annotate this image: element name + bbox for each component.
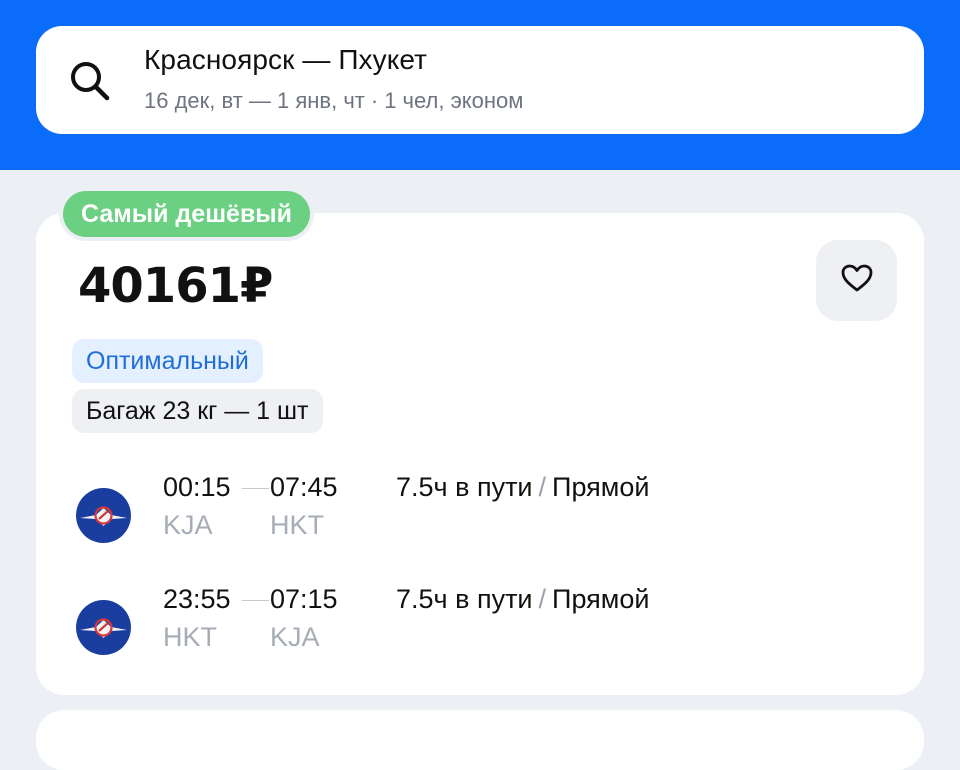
- favorite-button[interactable]: [816, 240, 897, 321]
- flight-segment-return[interactable]: 23:55 07:15 HKT KJA 7.5ч в пути / Прямой: [76, 584, 896, 664]
- flight-info: 7.5ч в пути / Прямой: [396, 584, 649, 615]
- departure-airport-code: HKT: [163, 622, 217, 652]
- flight-info: 7.5ч в пути / Прямой: [396, 472, 649, 503]
- airline-logo-icon: [76, 488, 131, 543]
- departure-time: 00:15: [163, 472, 231, 502]
- search-icon: [68, 59, 112, 108]
- flight-stops: Прямой: [552, 584, 650, 614]
- offer-price: 40161₽: [78, 258, 273, 314]
- departure-airport-code: KJA: [163, 510, 213, 540]
- search-dates: 16 дек, вт — 1 янв, чт: [144, 88, 365, 113]
- search-details: 16 дек, вт — 1 янв, чт · 1 чел, эконом: [144, 88, 523, 114]
- arrival-airport-code: HKT: [270, 510, 324, 540]
- search-summary[interactable]: Красноярск — Пхукет 16 дек, вт — 1 янв, …: [36, 26, 924, 134]
- next-offer-card[interactable]: [36, 710, 924, 770]
- fare-tag: Оптимальный: [72, 339, 263, 383]
- time-divider: [242, 488, 269, 489]
- cheapest-badge: Самый дешёвый: [63, 191, 311, 237]
- details-separator: ·: [370, 88, 379, 113]
- flight-duration: 7.5ч в пути: [396, 584, 533, 614]
- departure-time: 23:55: [163, 584, 231, 614]
- baggage-tag: Багаж 23 кг — 1 шт: [72, 389, 323, 433]
- arrival-time: 07:15: [270, 584, 338, 614]
- flight-duration: 7.5ч в пути: [396, 472, 533, 502]
- arrival-airport-code: KJA: [270, 622, 320, 652]
- heart-icon: [840, 263, 874, 298]
- arrival-time: 07:45: [270, 472, 338, 502]
- info-divider: /: [538, 472, 547, 502]
- flight-segment-outbound[interactable]: 00:15 07:45 KJA HKT 7.5ч в пути / Прямой: [76, 472, 896, 552]
- info-divider: /: [538, 584, 547, 614]
- search-passengers: 1 чел, эконом: [384, 88, 524, 113]
- time-divider: [242, 600, 269, 601]
- route-title: Красноярск — Пхукет: [144, 44, 428, 75]
- airline-logo-icon: [76, 600, 131, 655]
- flight-stops: Прямой: [552, 472, 650, 502]
